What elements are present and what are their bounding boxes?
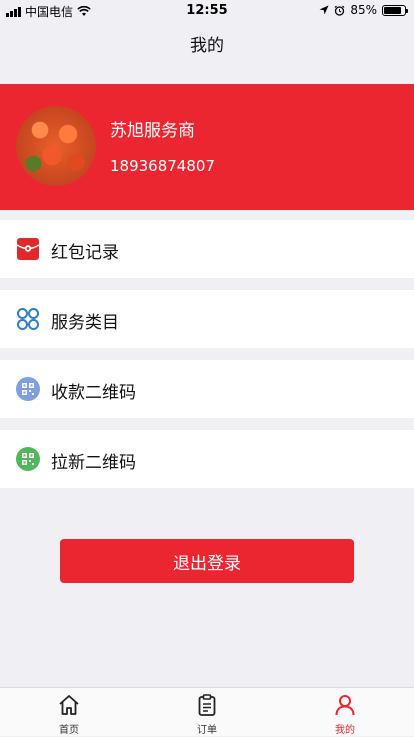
menu-item-label: 红包记录: [51, 243, 119, 263]
profile-name: 苏旭服务商: [110, 121, 195, 141]
menu-item-service-categories[interactable]: 服务类目: [0, 290, 414, 348]
qr-code-icon: [16, 447, 40, 471]
menu-item-referral-qr-code[interactable]: 拉新二维码: [0, 430, 414, 488]
battery-percent: 85%: [350, 3, 377, 17]
menu-item-label: 服务类目: [51, 313, 119, 333]
tab-profile[interactable]: 我的: [276, 688, 414, 737]
tab-orders[interactable]: 订单: [138, 688, 276, 737]
location-arrow-icon: [319, 5, 329, 15]
user-icon: [335, 695, 355, 716]
tab-label: 订单: [197, 725, 217, 736]
status-bar-right: 85%: [319, 3, 408, 17]
tab-label: 首页: [59, 725, 79, 736]
red-envelope-icon: [16, 238, 40, 260]
profile-header[interactable]: 苏旭服务商 18936874807: [0, 84, 414, 210]
home-icon: [59, 695, 79, 715]
page-title: 我的: [190, 35, 224, 56]
alarm-icon: [334, 5, 345, 16]
qr-code-icon: [16, 377, 40, 401]
menu-item-label: 拉新二维码: [51, 453, 136, 473]
tab-bar: 首页 订单 我的: [0, 687, 414, 736]
menu-item-label: 收款二维码: [51, 383, 136, 403]
avatar[interactable]: [16, 106, 96, 186]
battery-fill: [384, 6, 401, 14]
clipboard-icon: [198, 694, 216, 716]
menu-item-payment-qr-code[interactable]: 收款二维码: [0, 360, 414, 418]
menu-item-red-envelope-records[interactable]: 红包记录: [0, 220, 414, 278]
battery-icon: [382, 4, 408, 16]
tab-home[interactable]: 首页: [0, 688, 138, 737]
status-bar: 中国电信 12:55 85%: [0, 0, 414, 22]
logout-button[interactable]: 退出登录: [60, 539, 354, 583]
clover-grid-icon: [17, 308, 39, 330]
tab-label: 我的: [335, 725, 355, 736]
profile-phone: 18936874807: [110, 157, 215, 175]
nav-bar: 我的: [0, 22, 414, 64]
